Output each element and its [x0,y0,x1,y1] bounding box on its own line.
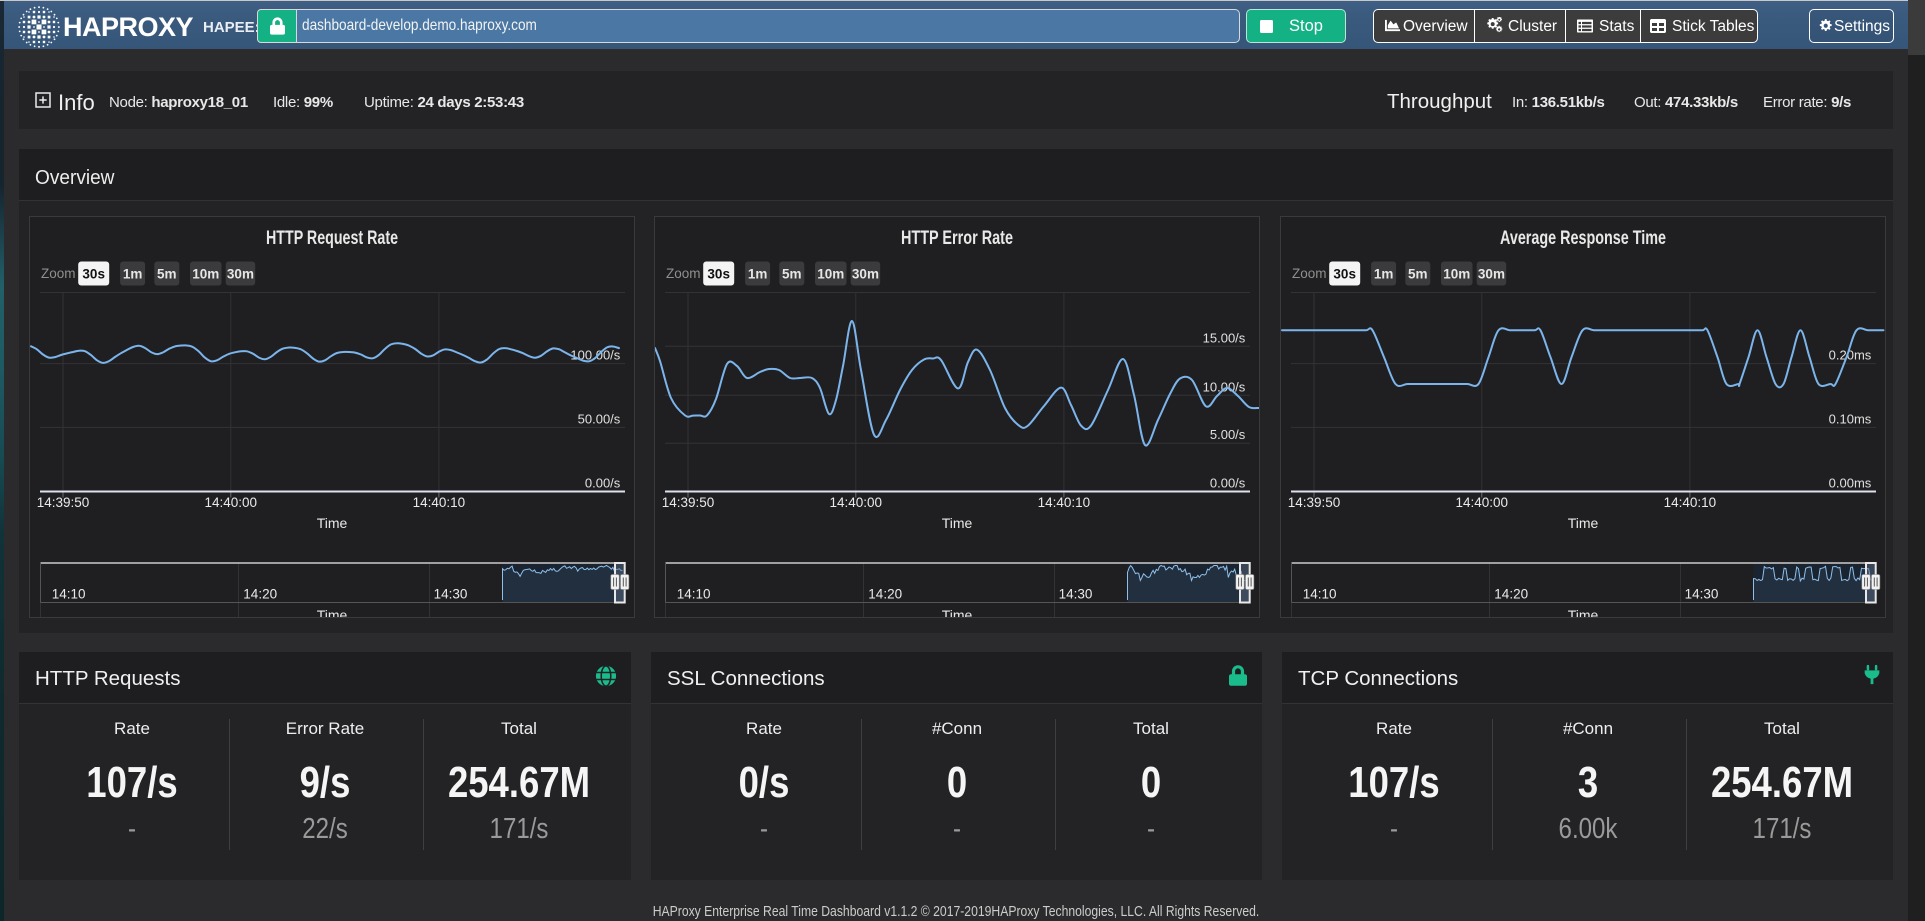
svg-text:1m: 1m [122,267,142,282]
svg-text:0.00ms: 0.00ms [1828,475,1871,490]
svg-text:5m: 5m [1408,267,1428,282]
svg-text:Time: Time [942,515,973,531]
svg-text:14:30: 14:30 [1684,587,1718,602]
svg-text:Zoom: Zoom [666,266,701,281]
svg-text:14:30: 14:30 [433,587,467,602]
svg-text:14:20: 14:20 [868,587,902,602]
svg-text:Zoom: Zoom [41,266,76,281]
svg-text:14:39:50: 14:39:50 [36,495,89,510]
svg-text:10.00/s: 10.00/s [1203,379,1246,394]
svg-text:30s: 30s [1333,267,1356,282]
svg-text:Time: Time [1567,607,1598,617]
svg-text:14:40:10: 14:40:10 [412,495,465,510]
svg-text:0.00/s: 0.00/s [584,475,620,490]
svg-text:30m: 30m [1477,267,1504,282]
svg-text:50.00/s: 50.00/s [577,411,620,426]
svg-text:Time: Time [316,515,347,531]
svg-text:15.00/s: 15.00/s [1203,330,1246,345]
svg-text:14:30: 14:30 [1059,587,1093,602]
svg-text:Time: Time [316,607,347,617]
svg-text:14:10: 14:10 [677,587,711,602]
svg-text:14:40:00: 14:40:00 [204,495,257,510]
svg-text:Time: Time [1567,515,1598,531]
svg-text:14:10: 14:10 [51,587,85,602]
svg-text:30m: 30m [226,267,253,282]
svg-text:10m: 10m [1443,267,1470,282]
svg-text:HTTP Error Rate: HTTP Error Rate [901,228,1013,249]
svg-text:0.20ms: 0.20ms [1828,348,1871,363]
svg-text:14:10: 14:10 [1302,587,1336,602]
svg-text:14:40:00: 14:40:00 [830,495,883,510]
svg-text:30s: 30s [82,267,105,282]
svg-text:Average Response Time: Average Response Time [1500,228,1666,249]
svg-text:30m: 30m [852,267,879,282]
svg-text:0.00/s: 0.00/s [1210,475,1246,490]
svg-text:10m: 10m [817,267,844,282]
svg-text:Zoom: Zoom [1292,266,1327,281]
svg-text:Time: Time [942,607,973,617]
svg-text:5m: 5m [782,267,802,282]
svg-text:0.10ms: 0.10ms [1828,411,1871,426]
svg-text:14:40:00: 14:40:00 [1455,495,1508,510]
svg-text:14:40:10: 14:40:10 [1038,495,1091,510]
svg-text:14:39:50: 14:39:50 [662,495,715,510]
svg-text:30s: 30s [707,267,730,282]
svg-text:5m: 5m [157,267,177,282]
svg-text:14:40:10: 14:40:10 [1663,495,1716,510]
svg-text:10m: 10m [192,267,219,282]
svg-text:1m: 1m [1373,267,1393,282]
svg-text:14:39:50: 14:39:50 [1287,495,1340,510]
svg-text:5.00/s: 5.00/s [1210,427,1246,442]
svg-text:14:20: 14:20 [243,587,277,602]
svg-text:100.00/s: 100.00/s [570,348,620,363]
svg-text:14:20: 14:20 [1494,587,1528,602]
svg-text:HTTP Request Rate: HTTP Request Rate [266,228,398,249]
svg-text:1m: 1m [748,267,768,282]
